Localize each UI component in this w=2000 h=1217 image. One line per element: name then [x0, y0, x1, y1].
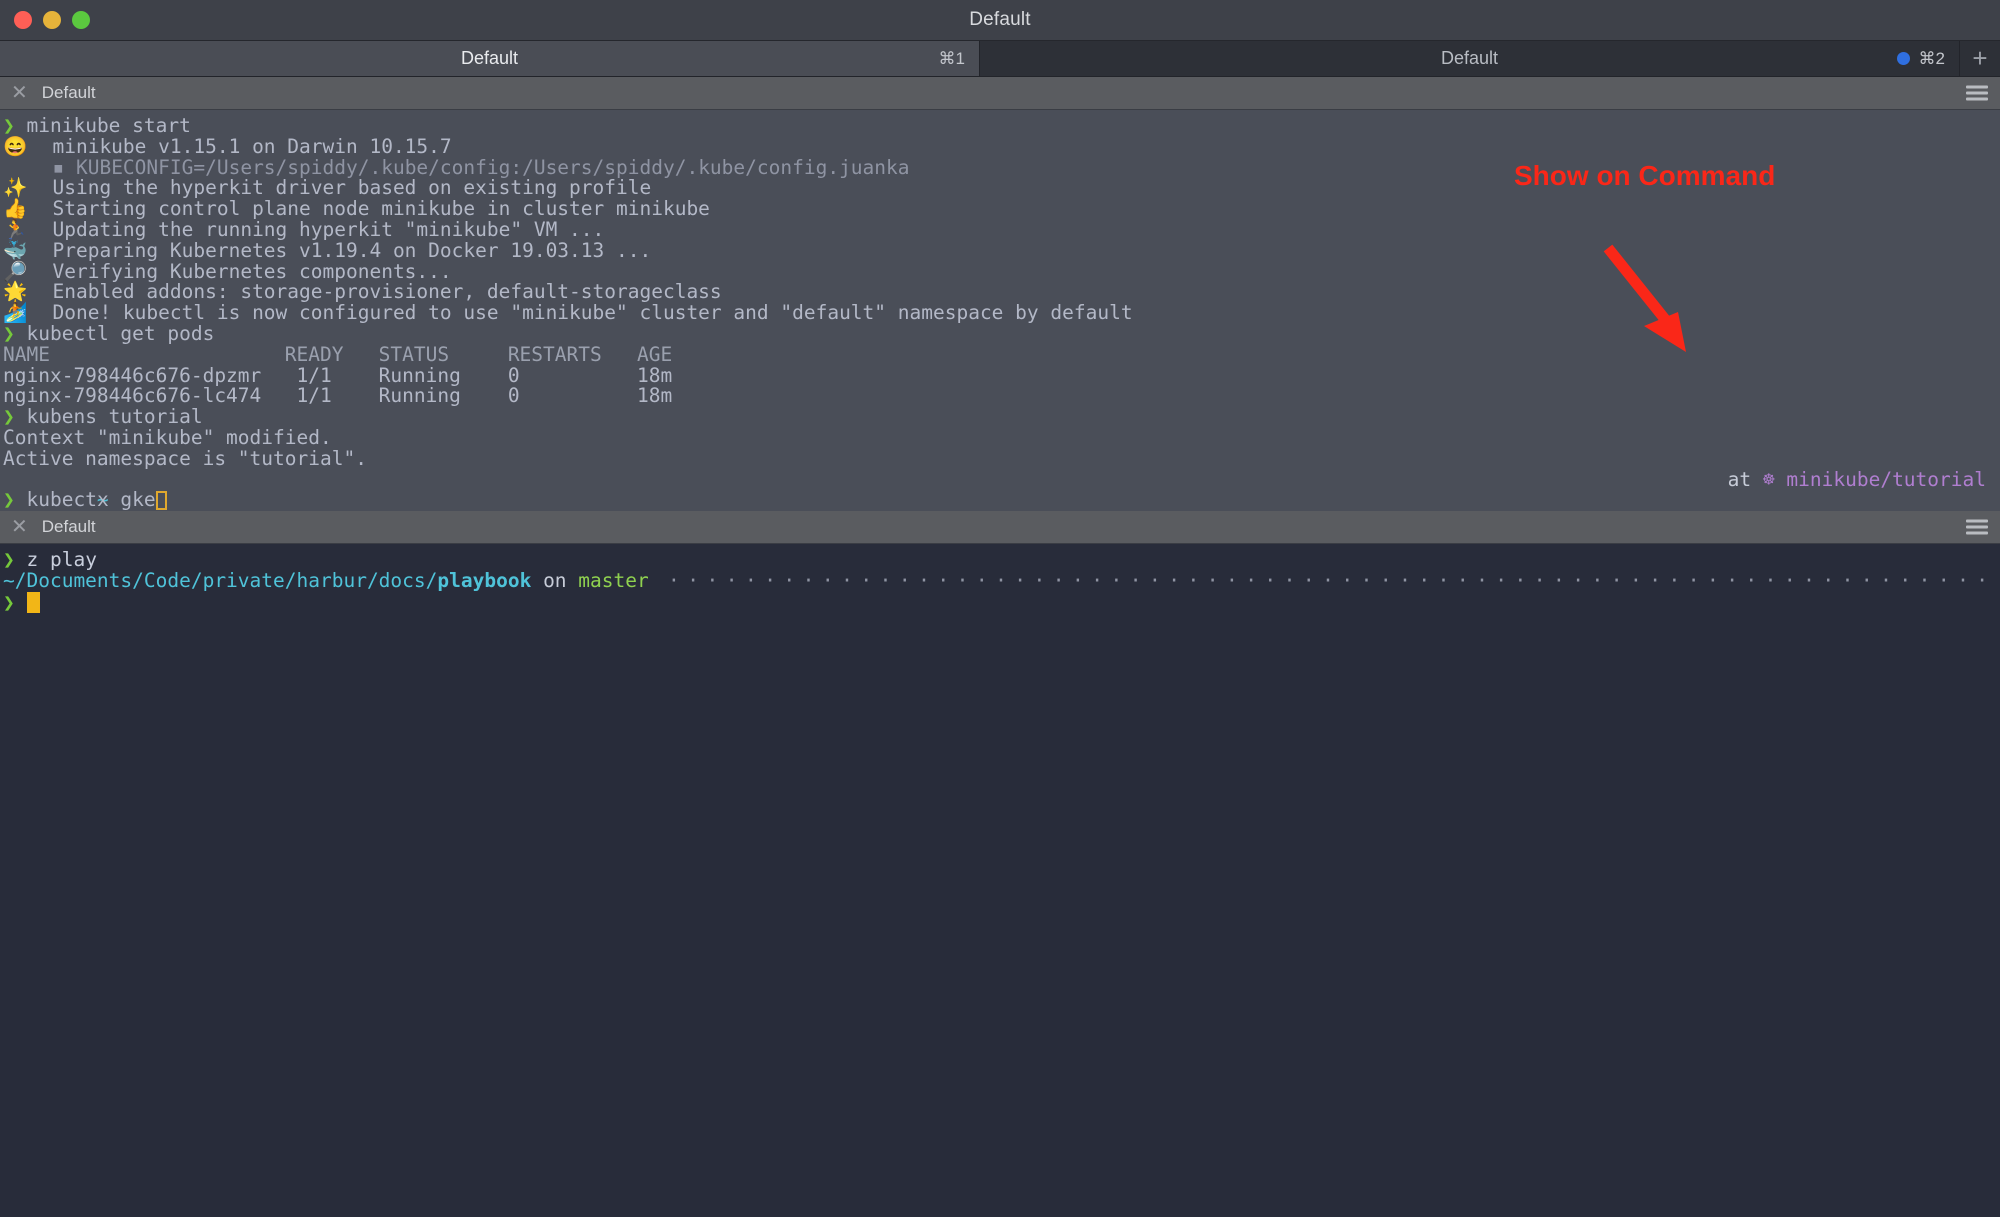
whale-emoji-icon: 🐳 [3, 238, 28, 262]
terminal-input-line-top[interactable]: ❯ kubectx gke [0, 488, 2000, 512]
table-header-row: NAME READY STATUS RESTARTS AGE [3, 342, 673, 366]
new-tab-button[interactable]: + [1960, 41, 2000, 76]
star-emoji-icon: 🌟 [3, 280, 28, 304]
prompt-symbol: ❯ [3, 405, 15, 429]
status-text: Done! kubectl is now configured to use "… [52, 301, 1133, 325]
terminal-line: ❯ minikube start [0, 114, 2000, 137]
prompt-symbol: ❯ [3, 114, 15, 137]
table-row-text: nginx-798446c676-dpzmr 1/1 Running 0 18m [3, 363, 673, 387]
tab-label: Default [460, 48, 519, 68]
pane-menu-icon[interactable] [1966, 85, 1988, 101]
at-label: at [1727, 467, 1752, 491]
input-text: kubectx gke [26, 488, 156, 512]
tab-shortcut-group: ⌘1 [939, 49, 965, 69]
text-cursor [155, 491, 167, 511]
kubernetes-wheel-icon: ☸ [1762, 467, 1775, 491]
command-text: minikube start [26, 114, 191, 137]
annotation-label: Show on Command [1514, 160, 1776, 191]
status-text: Enabled addons: storage-provisioner, def… [52, 280, 722, 304]
window-titlebar: Default [0, 0, 2000, 41]
terminal-output-bottom[interactable]: ❯ z play ~/Documents/Code/private/harbur… [0, 544, 2000, 1217]
sparkles-emoji-icon: ✨ [3, 176, 28, 200]
status-text: Preparing Kubernetes v1.19.4 on Docker 1… [52, 238, 652, 262]
runner-emoji-icon: 🏃 [3, 217, 28, 241]
close-pane-icon[interactable]: ✕ [11, 517, 28, 537]
table-row-text: nginx-798446c676-lc474 1/1 Running 0 18m [3, 384, 673, 408]
output-text: Active namespace is "tutorial". [3, 446, 367, 470]
on-label: on [543, 568, 567, 592]
kube-context-value: minikube/tutorial [1786, 467, 1986, 491]
tab-default-1[interactable]: Default ⌘1 [0, 41, 980, 76]
tab-shortcut: ⌘2 [1918, 48, 1945, 68]
magnifier-emoji-icon: 🔎 [3, 259, 28, 283]
tab-shortcut: ⌘1 [938, 48, 965, 68]
prompt-symbol: ❯ [3, 590, 15, 614]
tab-shortcut-group: ⌘2 [1896, 48, 1945, 69]
status-text: KUBECONFIG=/Users/spiddy/.kube/config:/U… [75, 155, 910, 179]
thumbs-up-emoji-icon: 👍 [3, 197, 28, 221]
table-row: nginx-798446c676-lc474 1/1 Running 0 18m [0, 384, 2000, 408]
table-row: nginx-798446c676-dpzmr 1/1 Running 0 18m [0, 363, 2000, 387]
status-text: Starting control plane node minikube in … [52, 197, 710, 221]
window-title: Default [969, 9, 1031, 30]
terminal-line: ❯ kubens tutorial [0, 405, 2000, 429]
pane-title: Default [41, 517, 96, 537]
terminal-line: Active namespace is "tutorial". [0, 446, 2000, 470]
command-text: z play [26, 548, 97, 572]
terminal-line: ❯ z play [0, 548, 2000, 572]
status-text: minikube v1.15.1 on Darwin 10.15.7 [52, 134, 452, 158]
close-pane-icon[interactable]: ✕ [11, 83, 28, 103]
output-text: Context "minikube" modified. [3, 425, 332, 449]
terminal-line: 😄 minikube v1.15.1 on Darwin 10.15.7 [0, 134, 2000, 158]
current-dir: playbook [437, 568, 532, 592]
terminal-output-top[interactable]: ❯ minikube start 😄 minikube v1.15.1 on D… [0, 110, 2000, 512]
terminal-input-line-bottom[interactable]: ❯ [0, 590, 2000, 614]
terminal-pane-bottom: ✕ Default ❯ z play ~/Documents/Code/priv… [0, 511, 2000, 1217]
status-text: Verifying Kubernetes components... [52, 259, 452, 283]
command-text: kubectl get pods [26, 321, 215, 345]
dotted-separator: ········································… [667, 568, 2000, 592]
prompt-symbol: ❯ [3, 548, 15, 572]
text-cursor [26, 591, 40, 613]
surfer-emoji-icon: 🏄 [3, 301, 28, 325]
prompt-right-segment: at ☸ minikube/tutorial [1727, 467, 1986, 491]
activity-dot-icon [1896, 52, 1910, 65]
tab-default-2[interactable]: Default ⌘2 [980, 41, 1960, 76]
status-text: Updating the running hyperkit "minikube"… [52, 217, 605, 241]
terminal-pane-top: ✕ Default ❯ minikube start 😄 minikube v1… [0, 77, 2000, 512]
path-context-line: ~/Documents/Code/private/harbur/docs/pla… [0, 568, 2000, 592]
pane-header-bottom: ✕ Default [0, 511, 2000, 545]
pane-header-top: ✕ Default [0, 77, 2000, 110]
tab-bar: Default ⌘1 Default ⌘2 + [0, 41, 2000, 77]
tab-label: Default [1440, 48, 1499, 68]
annotation-arrow-icon [1603, 244, 1686, 352]
git-branch-name: master [578, 568, 649, 592]
command-text: kubens tutorial [26, 405, 203, 429]
bullet-icon: ▪ [29, 155, 76, 179]
pane-title: Default [41, 83, 96, 102]
current-path: ~/Documents/Code/private/harbur/docs/ [3, 568, 438, 592]
terminal-line: 🏃 Updating the running hyperkit "minikub… [0, 217, 2000, 241]
terminal-line: Context "minikube" modified. [0, 425, 2000, 449]
terminal-window: Default Default ⌘1 Default ⌘2 + ✕ Defaul… [0, 0, 2000, 1217]
grin-emoji-icon: 😄 [3, 134, 28, 158]
prompt-context-line: ~ ······································… [0, 467, 2000, 511]
pane-menu-icon[interactable] [1966, 519, 1988, 535]
prompt-symbol: ❯ [3, 488, 15, 512]
status-text: Using the hyperkit driver based on exist… [52, 176, 652, 200]
prompt-symbol: ❯ [3, 321, 15, 345]
terminal-line: 👍 Starting control plane node minikube i… [0, 197, 2000, 221]
